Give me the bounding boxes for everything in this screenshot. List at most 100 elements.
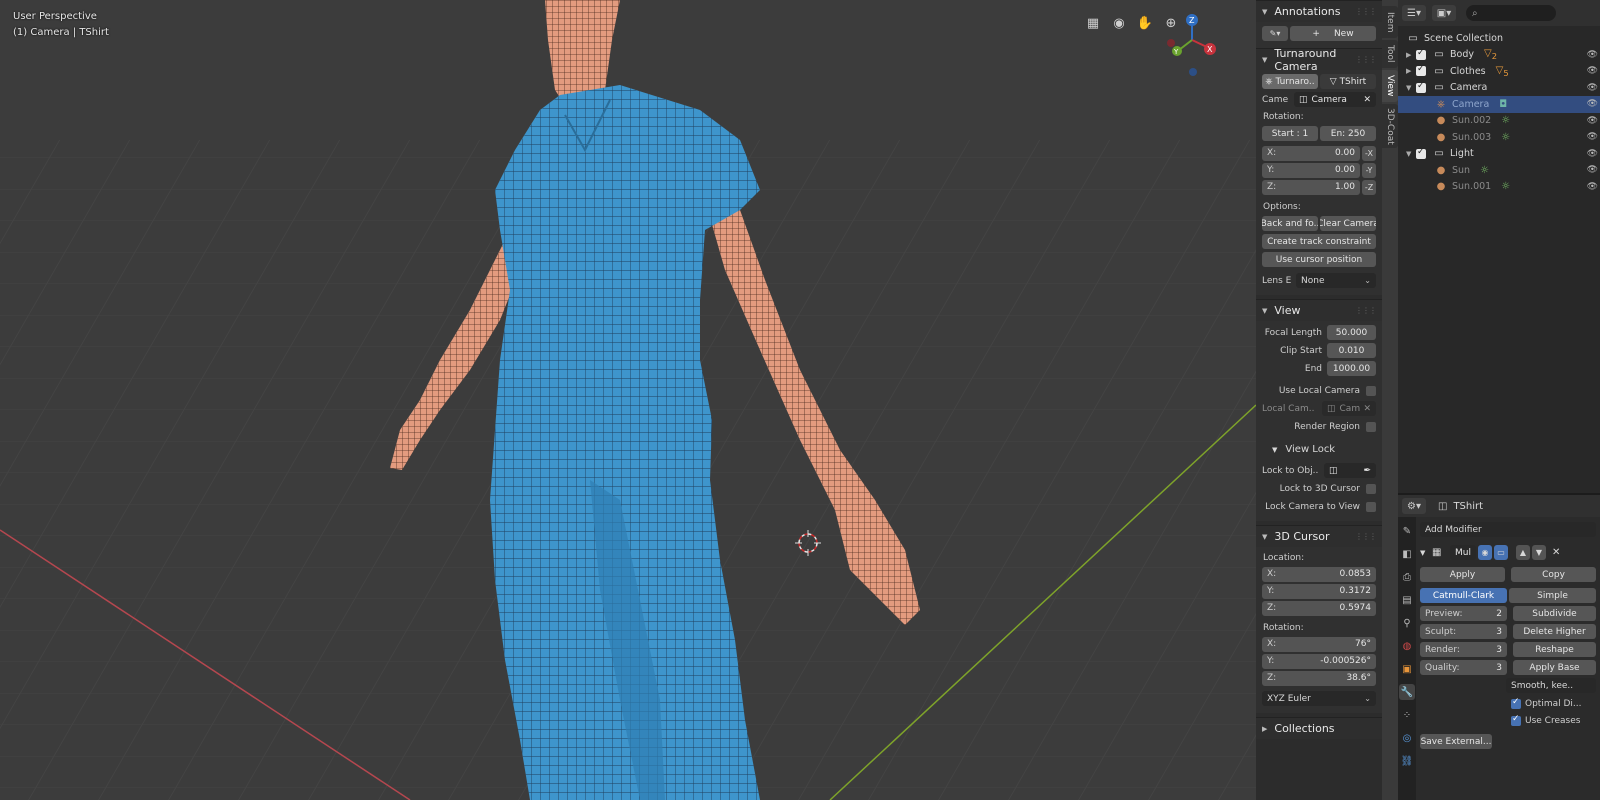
rotation-z-field[interactable]: Z: 1.00 [1262,179,1360,195]
delete-modifier-icon[interactable]: ✕ [1552,547,1560,558]
clear-field-icon[interactable]: ✕ [1363,95,1371,105]
collapse-triangle-icon[interactable]: ▼ [1420,549,1430,557]
camera-object-field[interactable]: ◫ Camera ✕ [1294,92,1376,107]
save-external-button[interactable]: Save External... [1420,734,1492,749]
turnaround-panel-header[interactable]: ▼ Turnaround Camera ⋮⋮⋮ [1256,47,1382,73]
constraints-tab-icon[interactable]: ⛓ [1399,753,1415,769]
view-layer-tab-icon[interactable]: ▤ [1399,592,1415,608]
start-frame-field[interactable]: Start : 1 [1262,126,1318,141]
clip-end-field[interactable]: 1000.00 [1327,361,1376,376]
cursor-rotation-x-field[interactable]: X: 76° [1262,636,1376,652]
visibility-eye-icon[interactable]: 👁 [1587,132,1598,142]
collections-panel-header[interactable]: ▶ Collections [1256,717,1382,739]
lock-3d-cursor-checkbox[interactable] [1366,483,1376,494]
outliner-row-sun-002[interactable]: ● Sun.002 ☼ 👁 [1398,113,1600,130]
cursor-location-z-field[interactable]: Z: 0.5974 [1262,600,1376,616]
cursor-location-y-field[interactable]: Y: 0.3172 [1262,583,1376,599]
rotation-x-field[interactable]: X: 0.00 [1262,145,1360,161]
outliner-row-light-collection[interactable]: ▼ ▭ Light 👁 [1398,146,1600,163]
expand-arrow-icon[interactable]: ▶ [1406,67,1416,75]
apply-modifier-button[interactable]: Apply [1420,567,1505,582]
negate-x-button[interactable]: -X [1362,145,1376,161]
render-tab-icon[interactable]: ◧ [1399,546,1415,562]
drag-grip-icon[interactable]: ⋮⋮⋮ [1355,7,1377,16]
tshirt-tab[interactable]: ▽ TShirt [1320,74,1376,89]
modifier-name-field[interactable]: Mul [1450,545,1476,560]
tab-view[interactable]: View [1382,70,1398,102]
drag-grip-icon[interactable]: ⋮⋮⋮ [1355,55,1377,64]
outliner-row-sun[interactable]: ● Sun ☼ 👁 [1398,162,1600,179]
output-tab-icon[interactable]: ⎙ [1399,569,1415,585]
negate-z-button[interactable]: -Z [1362,179,1376,195]
quality-field[interactable]: Quality: 3 [1420,660,1507,675]
outliner-row-body[interactable]: ▶ ▭ Body ▽2 👁 [1398,47,1600,64]
preview-levels-field[interactable]: Preview: 2 [1420,606,1507,621]
exclude-checkbox[interactable] [1416,147,1426,159]
view-panel-header[interactable]: ▼ View ⋮⋮⋮ [1256,299,1382,321]
editor-type-icon[interactable]: ⚙▾ [1402,498,1426,514]
visibility-eye-icon[interactable]: 👁 [1587,182,1598,192]
zoom-icon[interactable]: ⊕ [1161,13,1181,33]
end-frame-field[interactable]: En: 250 [1320,126,1376,141]
annotation-tool-icon[interactable]: ✎▾ [1262,26,1288,41]
copy-modifier-button[interactable]: Copy [1511,567,1596,582]
outliner-row-scene-collection[interactable]: ▭ Scene Collection [1398,30,1600,47]
rotation-y-field[interactable]: Y: 0.00 [1262,162,1360,178]
physics-tab-icon[interactable]: ◎ [1399,730,1415,746]
modifier-tab-icon[interactable]: 🔧 [1399,684,1415,700]
visibility-eye-icon[interactable]: 👁 [1587,165,1598,175]
render-toggle-icon[interactable]: ◉ [1478,545,1492,560]
object-tab-icon[interactable]: ▣ [1399,661,1415,677]
catmull-clark-option[interactable]: Catmull-Clark [1420,588,1507,603]
cursor-rotation-y-field[interactable]: Y: -0.000526° [1262,653,1376,669]
outliner-row-camera-collection[interactable]: ▼ ▭ Camera 👁 [1398,80,1600,97]
outliner-row-sun-001[interactable]: ● Sun.001 ☼ 👁 [1398,179,1600,196]
lock-to-object-field[interactable]: ◫ ✒ [1324,463,1376,478]
cursor-location-x-field[interactable]: X: 0.0853 [1262,566,1376,582]
outliner-row-clothes[interactable]: ▶ ▭ Clothes ▽5 👁 [1398,63,1600,80]
exclude-checkbox[interactable] [1416,48,1426,60]
tab-tool[interactable]: Tool [1382,40,1398,68]
visibility-eye-icon[interactable]: 👁 [1587,149,1598,159]
negate-y-button[interactable]: -Y [1362,162,1376,178]
back-and-forth-button[interactable]: Back and fo.. [1262,216,1318,231]
expand-arrow-icon[interactable]: ▶ [1406,51,1416,59]
clip-start-field[interactable]: 0.010 [1327,343,1376,358]
camera-view-icon[interactable]: ◉ [1109,13,1129,33]
add-modifier-dropdown[interactable]: Add Modifier [1420,522,1596,537]
visibility-eye-icon[interactable]: 👁 [1587,50,1598,60]
cursor-panel-header[interactable]: ▼ 3D Cursor ⋮⋮⋮ [1256,525,1382,547]
eyedropper-icon[interactable]: ✒ [1363,466,1371,476]
subdivide-button[interactable]: Subdivide [1513,606,1596,621]
display-mode-icon[interactable]: ▣▾ [1432,5,1456,21]
collapse-arrow-icon[interactable]: ▼ [1406,150,1416,158]
visibility-eye-icon[interactable]: 👁 [1587,99,1598,109]
visibility-eye-icon[interactable]: 👁 [1587,66,1598,76]
world-tab-icon[interactable]: ◍ [1399,638,1415,654]
local-camera-field[interactable]: ◫ Cam ✕ [1322,401,1376,416]
move-up-icon[interactable]: ▲ [1516,545,1530,560]
clear-camera-button[interactable]: Clear Camera [1320,216,1376,231]
collapse-arrow-icon[interactable]: ▼ [1406,84,1416,92]
drag-grip-icon[interactable]: ⋮⋮⋮ [1355,532,1377,541]
tool-tab-icon[interactable]: ✎ [1399,523,1415,539]
clear-field-icon[interactable]: ✕ [1363,404,1371,414]
new-annotation-button[interactable]: + New [1290,26,1376,41]
outliner-search-input[interactable]: ⌕ [1466,5,1556,21]
optimal-display-checkbox[interactable] [1511,697,1521,709]
pan-hand-icon[interactable]: ✋ [1135,13,1155,33]
rotation-mode-dropdown[interactable]: XYZ Euler ⌄ [1262,691,1376,706]
viewport-toggle-icon[interactable]: ▭ [1494,545,1508,560]
focal-length-field[interactable]: 50.000 [1327,325,1376,340]
toggle-grid-icon[interactable]: ▦ [1083,13,1103,33]
lens-dropdown[interactable]: None ⌄ [1296,273,1376,288]
simple-option[interactable]: Simple [1509,588,1596,603]
render-region-checkbox[interactable] [1366,421,1376,432]
move-down-icon[interactable]: ▼ [1532,545,1546,560]
view-lock-subpanel-header[interactable]: ▼ View Lock [1262,441,1376,458]
editor-type-icon[interactable]: ☰▾ [1402,5,1426,21]
uv-smooth-dropdown[interactable]: Smooth, kee.. [1506,678,1596,693]
lock-camera-checkbox[interactable] [1366,501,1376,512]
use-cursor-position-button[interactable]: Use cursor position [1262,252,1376,267]
use-creases-checkbox[interactable] [1511,714,1521,726]
